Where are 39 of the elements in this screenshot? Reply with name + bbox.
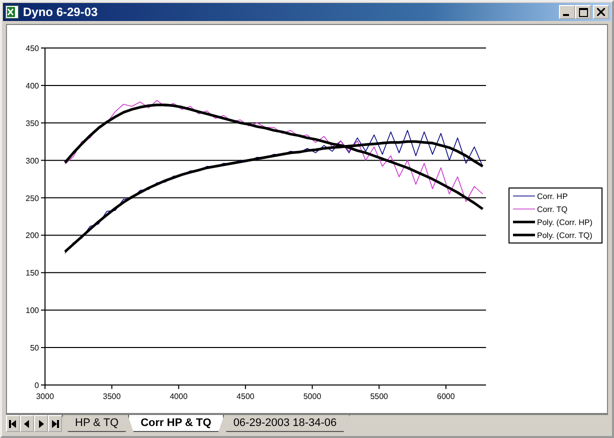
previous-sheet-button[interactable] — [20, 415, 34, 432]
last-sheet-button[interactable] — [48, 415, 62, 432]
x-tick-label: 5500 — [370, 392, 388, 401]
legend-label: Corr. HP — [537, 192, 568, 201]
maximize-icon — [578, 8, 588, 16]
x-tick-label: 3000 — [36, 392, 54, 401]
sheet-tab[interactable]: Corr HP & TQ — [128, 415, 224, 432]
legend-label: Poly. (Corr. HP) — [537, 218, 592, 227]
window-title: Dyno 6-29-03 — [23, 5, 98, 19]
y-tick-label: 50 — [30, 344, 39, 353]
x-tick-label: 3500 — [102, 392, 121, 401]
x-tick-label: 4500 — [236, 392, 254, 401]
legend-label: Poly. (Corr. TQ) — [537, 231, 592, 240]
y-tick-label: 400 — [26, 81, 39, 90]
y-tick-label: 350 — [26, 118, 39, 128]
x-tick-label: 4000 — [170, 392, 188, 401]
y-tick-label: 250 — [26, 194, 39, 203]
close-icon — [597, 8, 605, 16]
first-sheet-button[interactable] — [6, 415, 20, 432]
next-sheet-button[interactable] — [34, 415, 48, 432]
left-triangle-icon — [23, 420, 31, 428]
x-tick-label: 5000 — [303, 392, 322, 401]
maximize-button[interactable] — [575, 5, 591, 19]
y-tick-label: 300 — [26, 156, 39, 166]
legend-swatch — [513, 234, 535, 236]
y-tick-label: 200 — [26, 231, 39, 240]
right-triangle-icon — [37, 420, 45, 428]
spreadsheet-icon — [5, 5, 19, 19]
skip-back-icon — [9, 420, 17, 428]
y-tick-label: 150 — [26, 268, 39, 278]
y-tick-label: 450 — [26, 44, 39, 53]
y-tick-label: 100 — [26, 306, 39, 316]
x-tick-label: 6000 — [437, 392, 455, 401]
legend-swatch — [513, 220, 535, 224]
legend-label: Corr. TQ — [537, 205, 568, 214]
minimize-button[interactable] — [559, 5, 575, 19]
close-button[interactable] — [593, 5, 609, 19]
skip-forward-icon — [51, 420, 59, 428]
y-tick-label: 0 — [34, 381, 39, 390]
